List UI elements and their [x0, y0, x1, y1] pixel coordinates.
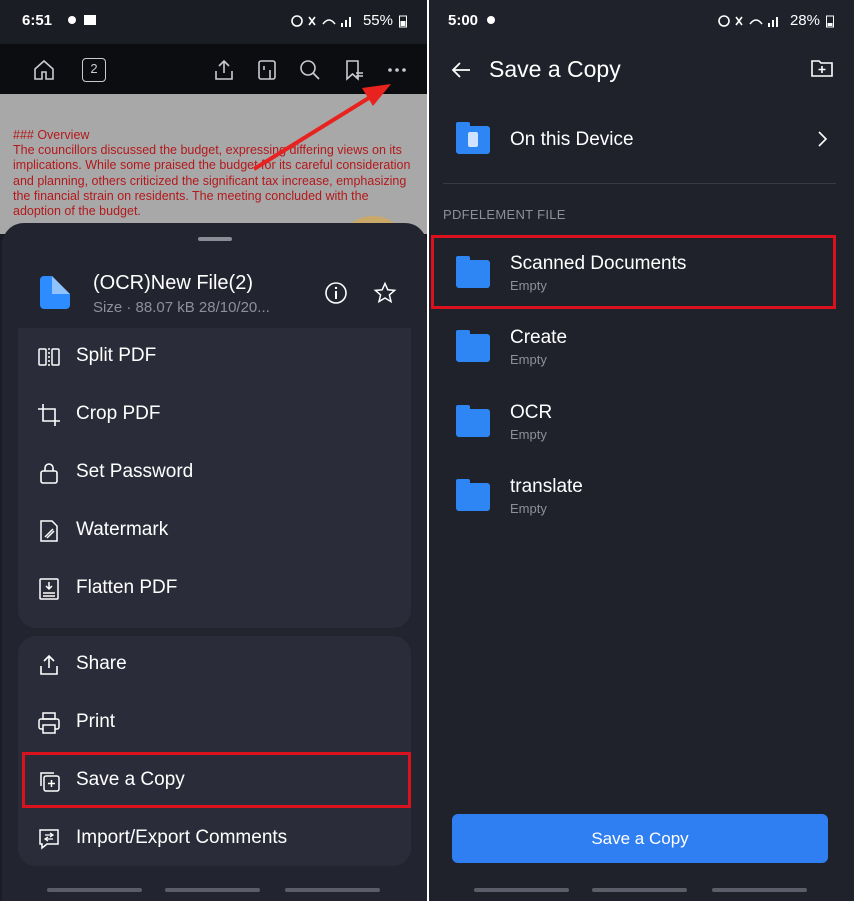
print-icon	[38, 712, 60, 734]
pdf-file-icon	[40, 276, 70, 309]
actions-menu: Share Print Save a Copy Import/Export Co…	[18, 636, 411, 866]
right-screenshot: 5:00 28% Save a Copy On this Device PDFE…	[429, 0, 854, 901]
new-folder-icon[interactable]	[810, 56, 834, 80]
nav-pill	[47, 888, 142, 892]
nav-pill	[165, 888, 260, 892]
folder-status: Empty	[510, 427, 547, 442]
menu-item-label: Flatten PDF	[76, 577, 178, 598]
menu-item-label: Print	[76, 711, 116, 732]
menu-item-label: Split PDF	[76, 345, 157, 366]
nav-pill	[592, 888, 687, 892]
info-icon[interactable]	[324, 281, 348, 305]
battery-percent: 28%	[789, 12, 820, 29]
highlight-box-scanned-documents	[431, 235, 836, 309]
highlight-box-save-a-copy	[22, 752, 411, 808]
folder-name: translate	[510, 476, 583, 497]
page-title: Save a Copy	[489, 56, 621, 82]
menu-item-print[interactable]: Print	[18, 694, 411, 752]
menu-item-import-export-comments[interactable]: Import/Export Comments	[18, 810, 411, 868]
title-bar: Save a Copy	[429, 44, 854, 96]
crop-icon	[38, 404, 60, 426]
menu-item-set-password[interactable]: Set Password	[18, 444, 411, 502]
folder-name: OCR	[510, 402, 553, 423]
folder-status: Empty	[510, 352, 547, 367]
notification-icons	[485, 13, 499, 31]
menu-item-crop-pdf[interactable]: Crop PDF	[18, 386, 411, 444]
file-meta: Size · 88.07 kB 28/10/20...	[93, 299, 270, 316]
red-arrow-annotation	[252, 84, 391, 171]
nav-pill	[474, 888, 569, 892]
folder-icon	[456, 405, 490, 437]
status-bar: 5:00 28%	[429, 0, 854, 44]
menu-item-label: Share	[76, 653, 127, 674]
menu-item-share[interactable]: Share	[18, 636, 411, 694]
lock-icon	[40, 463, 58, 484]
system-icons: 28%	[718, 12, 834, 29]
signal-icons	[718, 14, 778, 27]
back-arrow-icon[interactable]	[449, 58, 473, 82]
folder-icon	[456, 330, 490, 362]
star-icon[interactable]	[373, 281, 397, 305]
folder-row-create[interactable]: Create Empty	[429, 310, 854, 382]
battery-icon	[826, 15, 834, 27]
chevron-right-icon	[818, 131, 828, 147]
menu-item-label: Crop PDF	[76, 403, 161, 424]
folder-row-translate[interactable]: translate Empty	[429, 459, 854, 531]
nav-pill	[285, 888, 380, 892]
menu-item-label: Import/Export Comments	[76, 827, 288, 848]
flatten-icon	[39, 578, 59, 600]
folder-icon	[456, 479, 490, 511]
divider	[443, 183, 836, 184]
status-time: 5:00	[448, 12, 479, 29]
device-row-label: On this Device	[510, 129, 634, 150]
nav-pill	[712, 888, 807, 892]
device-folder-icon	[456, 122, 490, 154]
tools-menu: Split PDF Crop PDF Set Password Watermar…	[18, 328, 411, 628]
folder-row-ocr[interactable]: OCR Empty	[429, 385, 854, 457]
menu-item-label: Watermark	[76, 519, 169, 540]
folder-name: Create	[510, 327, 568, 348]
menu-item-label: Set Password	[76, 461, 194, 482]
save-a-copy-button[interactable]: Save a Copy	[452, 814, 828, 863]
split-icon	[38, 348, 60, 366]
notification-icon	[487, 16, 495, 24]
on-this-device-row[interactable]: On this Device	[429, 110, 854, 170]
share-icon	[40, 654, 58, 675]
menu-item-flatten-pdf[interactable]: Flatten PDF	[18, 560, 411, 618]
file-name: (OCR)New File(2)	[93, 272, 253, 294]
menu-item-watermark[interactable]: Watermark	[18, 502, 411, 560]
bottom-sheet: (OCR)New File(2) Size · 88.07 kB 28/10/2…	[2, 223, 427, 901]
folder-status: Empty	[510, 501, 547, 516]
watermark-icon	[40, 520, 58, 542]
comments-icon	[39, 829, 59, 850]
section-label: PDFELEMENT FILE	[443, 207, 566, 222]
menu-item-split-pdf[interactable]: Split PDF	[18, 328, 411, 386]
